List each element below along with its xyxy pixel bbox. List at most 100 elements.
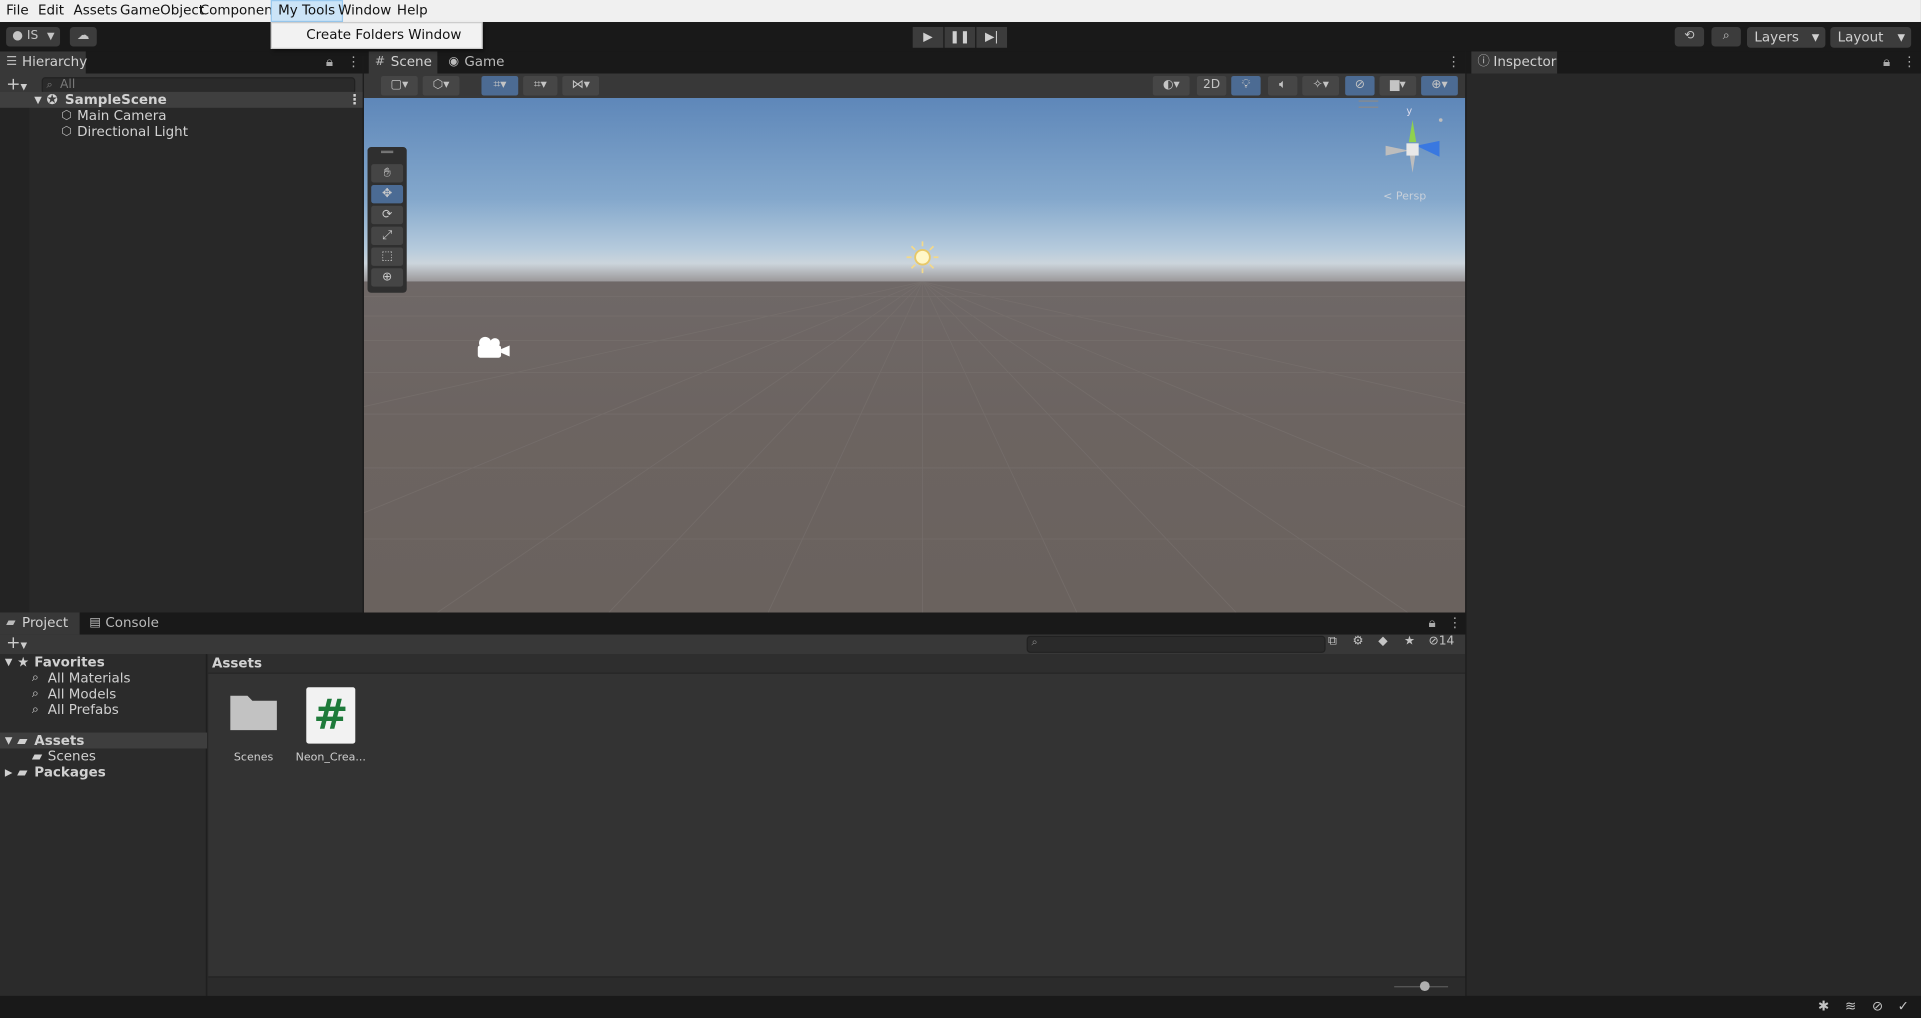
hand-tool-button[interactable]: ✋︎ <box>371 164 404 183</box>
camera-icon: ▆▾ <box>1390 78 1406 92</box>
orientation-dropdown[interactable]: ⬡▾ <box>422 75 460 96</box>
cache-server-icon[interactable]: ≋ <box>1845 998 1856 1014</box>
tree-item-scenes[interactable]: ▰ Scenes <box>0 748 207 764</box>
rotate-tool-button[interactable]: ⟳ <box>371 205 404 225</box>
directional-light-sun-icon[interactable] <box>905 240 939 274</box>
palette-drag-handle[interactable] <box>381 150 394 154</box>
icon-size-slider-thumb[interactable] <box>1419 981 1430 992</box>
auto-generate-lighting-icon[interactable]: ⊘ <box>1872 998 1883 1014</box>
tree-item-assets[interactable]: ▼ ▰ Assets <box>0 732 208 749</box>
chevron-down-icon: ▼ <box>1811 31 1820 43</box>
scene-viewport[interactable]: ✋︎ ✥ ⟳ ⤢ ⬚ ⊕ y < Persp <box>363 98 1466 613</box>
menu-file[interactable]: File <box>0 0 35 22</box>
search-by-type-icon[interactable]: ⧉ <box>1328 635 1337 648</box>
effects-dropdown[interactable]: ✧▾ <box>1302 75 1340 96</box>
bug-icon[interactable]: ✱ <box>1818 998 1829 1014</box>
cloud-icon: ☁ <box>77 29 90 43</box>
rect-icon: ⬚ <box>381 249 393 264</box>
pause-button[interactable]: ❚❚ <box>944 26 976 48</box>
hierarchy-scene-row[interactable]: ▼ ✪ SampleScene ⋮ <box>0 91 363 108</box>
audio-toggle-button[interactable]: 🔈︎ <box>1267 75 1298 96</box>
more-options-icon[interactable]: ⋮ <box>1447 54 1460 70</box>
gizmo-y-label: y <box>1406 105 1413 117</box>
camera-settings-dropdown[interactable]: ▆▾ <box>1379 75 1417 96</box>
more-options-icon[interactable]: ⋮ <box>348 92 361 108</box>
orientation-gizmo[interactable]: y <box>1376 105 1450 181</box>
transform-tool-button[interactable]: ⊕ <box>371 268 404 287</box>
hierarchy-row[interactable]: ⬡ Main Camera <box>0 108 363 124</box>
scene-toolbar: ▢▾ ⬡▾ ⌗▾ ⌗▾ ⋈▾ ◐▾ 2D 💡︎ 🔈︎ ✧▾ ⊘ ▆▾ ⊕▾ <box>363 73 1466 98</box>
search-button[interactable]: ⌕ <box>1711 26 1741 47</box>
lock-icon[interactable]: 🔒︎ <box>1883 54 1890 71</box>
account-dropdown[interactable]: ● IS ▼ <box>6 26 61 47</box>
history-button[interactable]: ⟲ <box>1674 26 1705 47</box>
draw-mode-dropdown[interactable]: ▢▾ <box>381 75 418 96</box>
tab-hierarchy[interactable]: ☰ Hierarchy <box>0 51 87 74</box>
menu-window[interactable]: Window <box>332 0 397 22</box>
tab-project[interactable]: ▰ Project <box>0 612 80 635</box>
tab-inspector[interactable]: ⓘ Inspector <box>1471 51 1558 74</box>
expand-arrow-icon[interactable]: ▼ <box>5 654 13 670</box>
expand-arrow-icon[interactable]: ▼ <box>5 733 13 749</box>
more-options-icon[interactable]: ⋮ <box>347 54 360 70</box>
grid-snap-icon: ⌗▾ <box>533 78 547 92</box>
toggle-2d-button[interactable]: 2D <box>1196 75 1227 96</box>
main-camera-gizmo-icon[interactable] <box>474 334 511 361</box>
hierarchy-row[interactable]: ⬡ Directional Light <box>0 124 363 140</box>
menu-help[interactable]: Help <box>391 0 434 22</box>
snap-increment-dropdown[interactable]: ⋈▾ <box>562 75 600 96</box>
layers-dropdown[interactable]: Layers ▼ <box>1746 26 1826 48</box>
more-options-icon[interactable]: ⋮ <box>1903 54 1916 70</box>
grid-icon: # <box>374 55 386 69</box>
tab-game[interactable]: ◉ Game <box>442 51 506 73</box>
scale-tool-button[interactable]: ⤢ <box>371 226 404 245</box>
project-asset-grid: Assets Scenes # Neon_Crea... <box>208 654 1466 996</box>
grid-lines <box>363 281 1466 613</box>
expand-arrow-icon[interactable]: ▶ <box>5 764 13 780</box>
tree-item-packages[interactable]: ▶ ▰ Packages <box>0 764 207 780</box>
lighting-toggle-button[interactable]: 💡︎ <box>1231 75 1261 96</box>
tab-console[interactable]: ▤ Console <box>83 613 159 635</box>
account-icon: ● <box>12 29 23 43</box>
menu-item-create-folders-window[interactable]: Create Folders Window <box>306 27 461 43</box>
asset-item-folder[interactable]: Scenes <box>214 688 292 764</box>
tree-item-favorites[interactable]: ▼ ★ Favorites <box>0 654 207 670</box>
hidden-packages-button[interactable]: ⊘14 <box>1428 635 1454 648</box>
add-button[interactable]: +▼ <box>6 633 27 653</box>
more-options-icon[interactable]: ⋮ <box>1448 615 1461 631</box>
lock-icon[interactable]: 🔒︎ <box>1428 615 1435 632</box>
expand-arrow-icon[interactable]: ▼ <box>34 92 42 108</box>
shading-mode-dropdown[interactable]: ◐▾ <box>1152 75 1190 96</box>
transform-icon: ⊕ <box>381 270 393 285</box>
layout-dropdown[interactable]: Layout ▼ <box>1830 26 1912 48</box>
favorite-star-icon[interactable]: ★ <box>1404 635 1415 648</box>
move-tool-button[interactable]: ✥ <box>371 184 404 204</box>
filter-by-type-icon[interactable]: ⚙ <box>1353 635 1364 648</box>
hierarchy-panel: ☰ Hierarchy 🔒︎ ⋮ +▼ ⌕ All ▼ ✪ SampleScen… <box>0 51 363 613</box>
pivot-dropdown[interactable]: ⌗▾ <box>481 75 519 96</box>
gamepad-icon: ◉ <box>448 55 460 69</box>
step-button[interactable]: ▶| <box>976 26 1008 48</box>
asset-item-script[interactable]: # Neon_Crea... <box>292 687 370 764</box>
cloud-button[interactable]: ☁ <box>69 26 97 47</box>
tree-item-all-materials[interactable]: ⌕ All Materials <box>0 670 207 686</box>
gizmos-dropdown[interactable]: ⊕▾ <box>1421 75 1458 96</box>
project-search-input[interactable]: ⌕ <box>1026 635 1326 653</box>
play-button[interactable]: ▶ <box>912 26 944 48</box>
scene-panel: # Scene ◉ Game ⋮ ▢▾ ⬡▾ ⌗▾ ⌗▾ ⋈▾ ◐▾ 2D 💡︎… <box>363 51 1466 613</box>
sun-icon <box>906 241 939 274</box>
folder-icon: ▰ <box>31 748 43 765</box>
perspective-label[interactable]: < Persp <box>1383 191 1426 203</box>
progress-check-icon[interactable]: ✓ <box>1898 998 1909 1014</box>
rect-tool-button[interactable]: ⬚ <box>371 247 404 266</box>
tab-scene[interactable]: # Scene <box>368 51 438 74</box>
tree-item-all-models[interactable]: ⌕ All Models <box>0 686 207 702</box>
lock-icon[interactable]: 🔒︎ <box>326 54 333 71</box>
label-tag-icon[interactable]: ◆ <box>1378 635 1387 648</box>
menu-edit[interactable]: Edit <box>32 0 70 22</box>
tree-item-all-prefabs[interactable]: ⌕ All Prefabs <box>0 702 207 718</box>
scene-visibility-button[interactable]: ⊘ <box>1345 75 1375 96</box>
grid-snap-dropdown[interactable]: ⌗▾ <box>523 75 558 96</box>
breadcrumb[interactable]: Assets <box>208 654 1466 674</box>
hidden-packages-count: 14 <box>1438 634 1455 649</box>
